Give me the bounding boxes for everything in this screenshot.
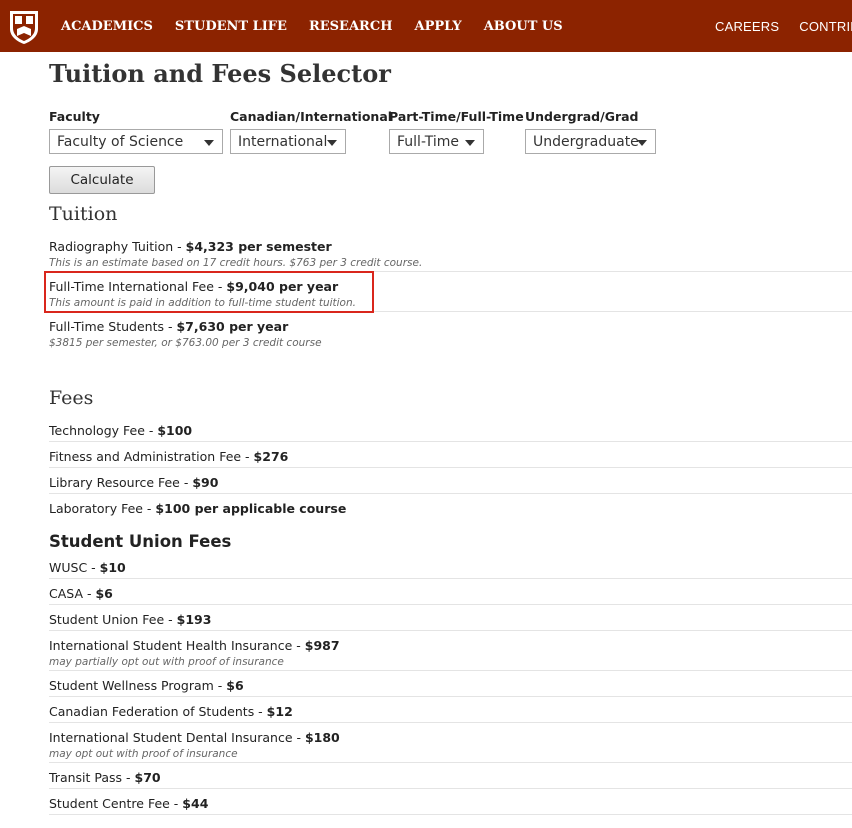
union-fee-name: Student Centre Fee - — [49, 796, 183, 811]
union-fee-name: International Student Health Insurance - — [49, 638, 305, 653]
union-fee-row: Student Centre Fee - $44 — [49, 795, 852, 815]
selector-form: Faculty Faculty of Science Canadian/Inte… — [49, 108, 852, 158]
union-fee-row: Transit Pass - $70 — [49, 769, 852, 789]
faculty-select-value: Faculty of Science — [57, 134, 184, 150]
fee-item-amount: $100 per applicable course — [155, 501, 347, 516]
load-select-value: Full-Time — [397, 134, 459, 150]
union-fee-amount: $12 — [266, 704, 293, 719]
chevron-down-icon — [637, 140, 647, 146]
fee-item-name: Fitness and Administration Fee - — [49, 449, 254, 464]
faculty-group: Faculty Faculty of Science — [49, 108, 223, 154]
load-group: Part-Time/Full-Time Full-Time — [389, 108, 524, 154]
union-fee-amount: $6 — [95, 586, 113, 601]
faculty-select[interactable]: Faculty of Science — [49, 129, 223, 154]
residency-group: Canadian/International International — [230, 108, 392, 154]
residency-select[interactable]: International — [230, 129, 346, 154]
fee-row: Technology Fee - $100 — [49, 422, 852, 442]
university-crest-logo[interactable] — [8, 9, 40, 45]
union-fee-row: WUSC - $10 — [49, 559, 852, 579]
top-navbar: ACADEMICS STUDENT LIFE RESEARCH APPLY AB… — [0, 0, 852, 52]
tuition-item-amount: $4,323 per semester — [185, 239, 332, 254]
tuition-item-name: Radiography Tuition - — [49, 239, 186, 254]
fee-item-name: Technology Fee - — [49, 423, 158, 438]
level-group: Undergrad/Grad Undergraduate — [525, 108, 656, 154]
union-fee-row: International Student Dental Insurance -… — [49, 729, 852, 763]
nav-academics[interactable]: ACADEMICS — [61, 19, 153, 34]
tuition-item-note: This is an estimate based on 17 credit h… — [49, 257, 423, 269]
union-fee-name: Student Wellness Program - — [49, 678, 227, 693]
fee-row: Laboratory Fee - $100 per applicable cou… — [49, 500, 852, 520]
nav-student-life[interactable]: STUDENT LIFE — [175, 19, 287, 34]
faculty-label: Faculty — [49, 109, 100, 124]
load-select[interactable]: Full-Time — [389, 129, 484, 154]
chevron-down-icon — [204, 140, 214, 146]
union-fee-name: WUSC - — [49, 560, 100, 575]
union-fee-amount: $10 — [99, 560, 126, 575]
union-fee-note: may opt out with proof of insurance — [49, 748, 238, 760]
union-fee-name: Transit Pass - — [49, 770, 135, 785]
tuition-row: Radiography Tuition - $4,323 per semeste… — [49, 238, 852, 272]
union-fee-name: International Student Dental Insurance - — [49, 730, 305, 745]
union-fee-name: Canadian Federation of Students - — [49, 704, 267, 719]
tuition-item-note: $3815 per semester, or $763.00 per 3 cre… — [49, 337, 322, 349]
union-fee-amount: $987 — [304, 638, 340, 653]
tuition-heading: Tuition — [49, 203, 118, 225]
union-fee-note: may partially opt out with proof of insu… — [49, 656, 284, 668]
fee-row: Fitness and Administration Fee - $276 — [49, 448, 852, 468]
union-fee-row: Student Wellness Program - $6 — [49, 677, 852, 697]
union-fee-row: CASA - $6 — [49, 585, 852, 605]
residency-label: Canadian/International — [230, 109, 393, 124]
union-fee-amount: $70 — [134, 770, 161, 785]
union-fees-heading: Student Union Fees — [49, 532, 232, 551]
fees-heading: Fees — [49, 387, 94, 409]
fee-item-amount: $90 — [192, 475, 219, 490]
union-fee-row: Canadian Federation of Students - $12 — [49, 703, 852, 723]
fee-item-name: Library Resource Fee - — [49, 475, 193, 490]
residency-select-value: International — [238, 134, 328, 150]
union-fee-amount: $44 — [182, 796, 209, 811]
primary-nav: ACADEMICS STUDENT LIFE RESEARCH APPLY AB… — [61, 0, 585, 52]
load-label: Part-Time/Full-Time — [389, 109, 524, 124]
level-select-value: Undergraduate — [533, 134, 639, 150]
page-title: Tuition and Fees Selector — [49, 59, 391, 88]
tuition-row: Full-Time Students - $7,630 per year $38… — [49, 318, 852, 352]
secondary-nav: CAREERS CONTRIBUT — [715, 0, 852, 52]
chevron-down-icon — [327, 140, 337, 146]
union-fee-amount: $193 — [176, 612, 212, 627]
calculate-button[interactable]: Calculate — [49, 166, 155, 194]
main-content: Tuition and Fees Selector Faculty Facult… — [44, 52, 852, 815]
union-fee-row: Student Union Fee - $193 — [49, 611, 852, 631]
union-fee-name: Student Union Fee - — [49, 612, 177, 627]
level-select[interactable]: Undergraduate — [525, 129, 656, 154]
nav-careers[interactable]: CAREERS — [715, 19, 779, 34]
tuition-item-amount: $7,630 per year — [176, 319, 289, 334]
fee-item-amount: $276 — [253, 449, 289, 464]
nav-about-us[interactable]: ABOUT US — [484, 19, 563, 34]
chevron-down-icon — [465, 140, 475, 146]
union-fee-row: International Student Health Insurance -… — [49, 637, 852, 671]
union-fee-amount: $6 — [226, 678, 244, 693]
union-fee-name: CASA - — [49, 586, 96, 601]
nav-research[interactable]: RESEARCH — [309, 19, 393, 34]
nav-apply[interactable]: APPLY — [414, 19, 461, 34]
level-label: Undergrad/Grad — [525, 109, 639, 124]
tuition-item-name: Full-Time Students - — [49, 319, 177, 334]
fee-row: Library Resource Fee - $90 — [49, 474, 852, 494]
fee-item-amount: $100 — [157, 423, 193, 438]
fee-item-name: Laboratory Fee - — [49, 501, 156, 516]
union-fee-amount: $180 — [304, 730, 340, 745]
highlight-box — [44, 271, 374, 313]
nav-contribute[interactable]: CONTRIBUT — [799, 19, 852, 34]
